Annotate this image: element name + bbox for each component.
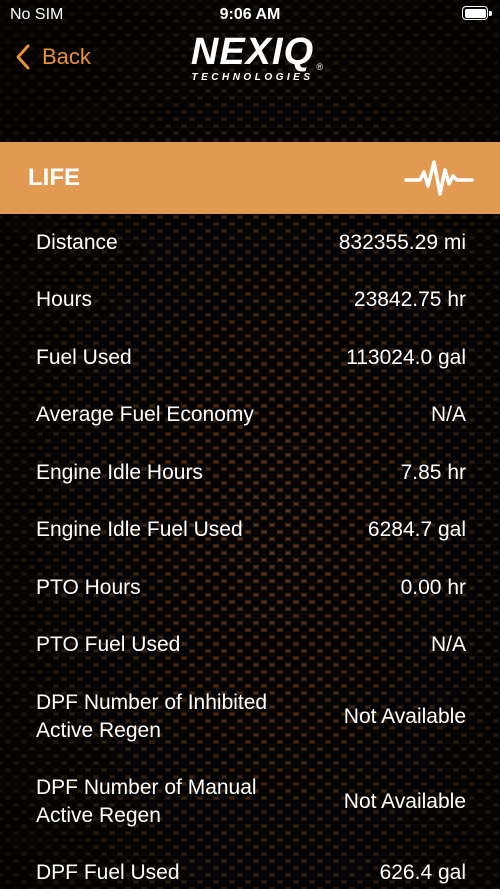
list-item: DPF Fuel Used 626.4 gal (0, 844, 500, 889)
clock: 9:06 AM (219, 6, 281, 23)
pulse-icon (404, 160, 474, 196)
row-label: Hours (36, 288, 93, 312)
row-label: Fuel Used (36, 345, 132, 369)
list-item: Engine Idle Hours 7.85 hr (0, 444, 500, 502)
row-label: PTO Fuel Used (36, 633, 181, 657)
logo-registered-mark: ® (316, 62, 323, 72)
row-label: DPF Number of Inhibited Active Regen (36, 690, 268, 742)
row-value: 832355.29 mi (338, 230, 466, 254)
list-item: DPF Number of Inhibited Active Regen Not… (0, 674, 500, 759)
list-item: PTO Hours 0.00 hr (0, 559, 500, 617)
list-item: PTO Fuel Used N/A (0, 617, 500, 675)
nav-bar: Back NEXIQ TECHNOLOGIES ® (0, 30, 500, 90)
back-button[interactable]: Back (12, 42, 91, 72)
row-value: 23842.75 hr (353, 288, 466, 312)
data-list: Distance 832355.29 mi Hours 23842.75 hr … (0, 214, 500, 889)
row-value: 626.4 gal (379, 860, 466, 884)
list-item: Distance 832355.29 mi (0, 214, 500, 272)
nexiq-logo: NEXIQ TECHNOLOGIES ® (180, 32, 325, 88)
row-label: Distance (36, 230, 118, 254)
row-value: Not Available (343, 789, 466, 813)
row-label: Engine Idle Hours (36, 460, 203, 484)
status-bar: No SIM 9:06 AM (0, 0, 500, 30)
list-item: Engine Idle Fuel Used 6284.7 gal (0, 502, 500, 560)
row-value: 113024.0 gal (346, 345, 466, 369)
row-value: 0.00 hr (400, 575, 466, 599)
row-value: N/A (430, 403, 466, 427)
list-item: DPF Number of Manual Active Regen Not Av… (0, 759, 500, 844)
logo-mark: NEXIQ (190, 31, 315, 73)
section-header: LIFE (0, 142, 500, 214)
row-value: N/A (430, 633, 466, 657)
chevron-left-icon (16, 44, 30, 70)
logo-subtext: TECHNOLOGIES (191, 72, 314, 83)
row-value: 7.85 hr (400, 460, 466, 484)
row-value: Not Available (343, 704, 466, 728)
back-label: Back (42, 44, 91, 69)
section-title: LIFE (28, 164, 80, 191)
row-label: DPF Fuel Used (36, 860, 180, 884)
row-value: 6284.7 gal (367, 518, 466, 542)
row-label: DPF Number of Manual Active Regen (36, 775, 257, 827)
row-label: Average Fuel Economy (36, 403, 254, 427)
list-item: Fuel Used 113024.0 gal (0, 329, 500, 387)
list-item: Average Fuel Economy N/A (0, 387, 500, 445)
battery-icon (462, 6, 492, 20)
row-label: PTO Hours (36, 575, 141, 599)
list-item: Hours 23842.75 hr (0, 272, 500, 330)
row-label: Engine Idle Fuel Used (36, 518, 243, 542)
